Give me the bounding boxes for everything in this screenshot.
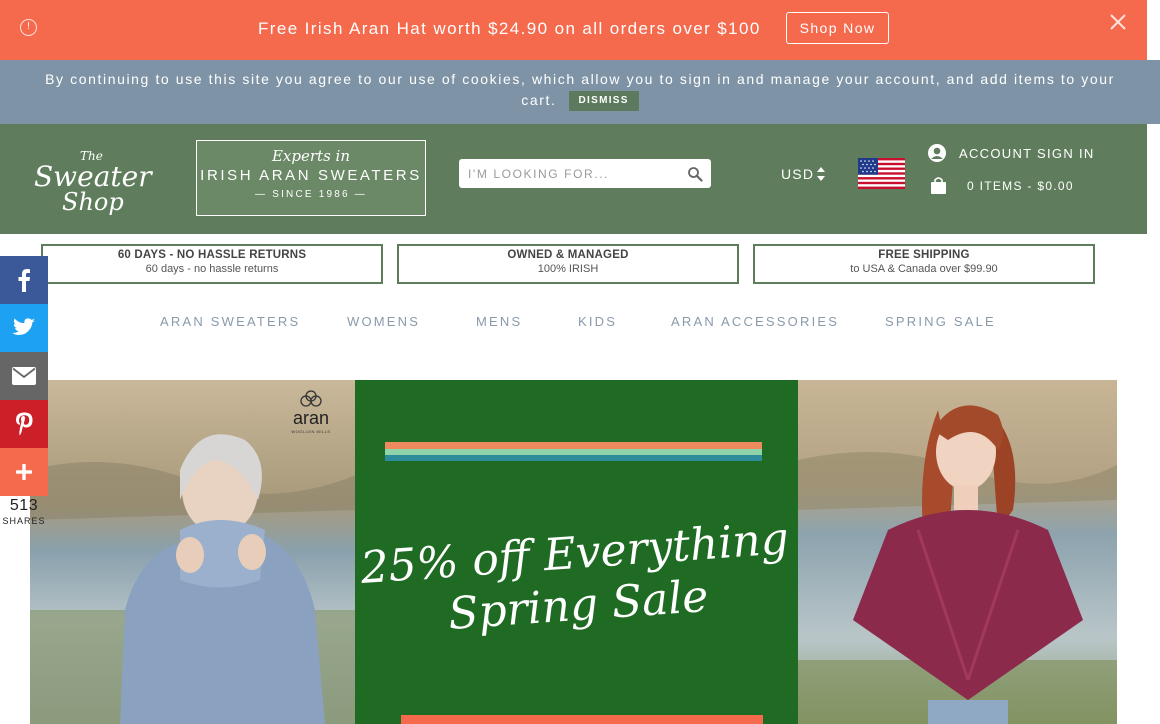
plus-icon xyxy=(16,464,32,480)
site-header: The Sweater Shop Experts in IRISH ARAN S… xyxy=(0,124,1147,234)
shopping-bag-icon xyxy=(931,177,946,194)
email-icon xyxy=(12,367,36,385)
feature-shipping: FREE SHIPPING to USA & Canada over $99.9… xyxy=(753,244,1095,284)
pinterest-share-button[interactable] xyxy=(0,400,48,448)
feature-subtitle: 60 days - no hassle returns xyxy=(145,263,279,275)
hero-image-left[interactable]: aran WOOLLEN MILLS xyxy=(30,380,356,724)
experts-line2: IRISH ARAN SWEATERS xyxy=(200,167,422,184)
sort-arrows-icon xyxy=(817,167,826,181)
pinterest-icon xyxy=(16,412,33,436)
cart-label: 0 ITEMS - $0.00 xyxy=(967,178,1074,193)
feature-title: OWNED & MANAGED xyxy=(507,249,629,261)
dismiss-button[interactable]: DISMISS xyxy=(568,90,639,111)
nav-aran-sweaters[interactable]: ARAN SWEATERS xyxy=(160,314,300,329)
hero-cta-button[interactable] xyxy=(401,715,763,724)
site-logo[interactable]: The Sweater Shop xyxy=(28,142,153,216)
feature-title: FREE SHIPPING xyxy=(878,249,970,261)
twitter-icon xyxy=(12,318,35,335)
share-count-label: SHARES xyxy=(2,516,46,526)
stripes-decoration xyxy=(385,442,762,461)
feature-returns: 60 DAYS - NO HASSLE RETURNS 60 days - no… xyxy=(41,244,383,284)
nav-mens[interactable]: MENS xyxy=(476,314,522,329)
email-share-button[interactable] xyxy=(0,352,48,400)
currency-label: USD xyxy=(781,166,815,182)
nav-aran-accessories[interactable]: ARAN ACCESSORIES xyxy=(671,314,839,329)
share-count-number: 513 xyxy=(9,497,39,514)
close-icon[interactable] xyxy=(1108,12,1128,32)
feature-subtitle: to USA & Canada over $99.90 xyxy=(850,263,998,275)
experts-line1: Experts in xyxy=(271,147,350,165)
promo-text: Free Irish Aran Hat worth $24.90 on all … xyxy=(258,19,761,38)
experts-line3: — SINCE 1986 — xyxy=(255,189,367,200)
cookie-notice: By continuing to use this site you agree… xyxy=(0,60,1160,124)
main-nav: ARAN SWEATERS WOMENS MENS KIDS ARAN ACCE… xyxy=(0,314,1147,330)
feature-title: 60 DAYS - NO HASSLE RETURNS xyxy=(117,249,307,261)
facebook-icon xyxy=(18,269,30,292)
currency-selector[interactable]: USD xyxy=(781,166,826,182)
search-icon[interactable] xyxy=(687,166,703,182)
user-icon xyxy=(928,144,946,162)
nav-kids[interactable]: KIDS xyxy=(578,314,617,329)
experts-badge: Experts in IRISH ARAN SWEATERS — SINCE 1… xyxy=(196,140,426,216)
account-label: ACCOUNT SIGN IN xyxy=(959,145,1095,161)
page: ! Free Irish Aran Hat worth $24.90 on al… xyxy=(0,0,1160,724)
facebook-share-button[interactable] xyxy=(0,256,48,304)
shop-now-button[interactable]: Shop Now xyxy=(786,12,889,44)
cookie-text: By continuing to use this site you agree… xyxy=(45,71,1115,87)
search-input[interactable] xyxy=(459,159,679,188)
more-share-button[interactable] xyxy=(0,448,48,496)
feature-subtitle: 100% IRISH xyxy=(537,263,599,275)
aran-logo-subtext: WOOLLEN MILLS xyxy=(291,429,330,434)
nav-spring-sale[interactable]: SPRING SALE xyxy=(885,314,996,329)
nav-womens[interactable]: WOMENS xyxy=(347,314,420,329)
account-sign-in-link[interactable]: ACCOUNT SIGN IN xyxy=(927,143,1095,163)
cookie-text-end: cart. xyxy=(521,92,557,108)
aran-logo-text: aran xyxy=(293,408,329,428)
aran-brand-logo: aran WOOLLEN MILLS xyxy=(291,390,330,434)
feature-owned: OWNED & MANAGED 100% IRISH xyxy=(397,244,739,284)
share-count: 513 SHARES xyxy=(0,497,48,526)
search-box xyxy=(459,159,711,188)
logo-shop: Shop xyxy=(62,188,124,216)
cart-link[interactable]: 0 ITEMS - $0.00 xyxy=(930,176,1074,195)
info-icon[interactable]: ! xyxy=(20,19,37,36)
us-flag-icon[interactable] xyxy=(858,158,905,189)
hero-sale-panel[interactable]: 25% off Everything Spring Sale xyxy=(355,380,798,724)
promo-banner: ! Free Irish Aran Hat worth $24.90 on al… xyxy=(0,0,1147,60)
hero-title: 25% off Everything Spring Sale xyxy=(355,513,798,648)
woman-red-poncho-image xyxy=(798,380,1117,724)
hero-image-right[interactable] xyxy=(798,380,1117,724)
social-share-bar xyxy=(0,256,48,496)
twitter-share-button[interactable] xyxy=(0,304,48,352)
